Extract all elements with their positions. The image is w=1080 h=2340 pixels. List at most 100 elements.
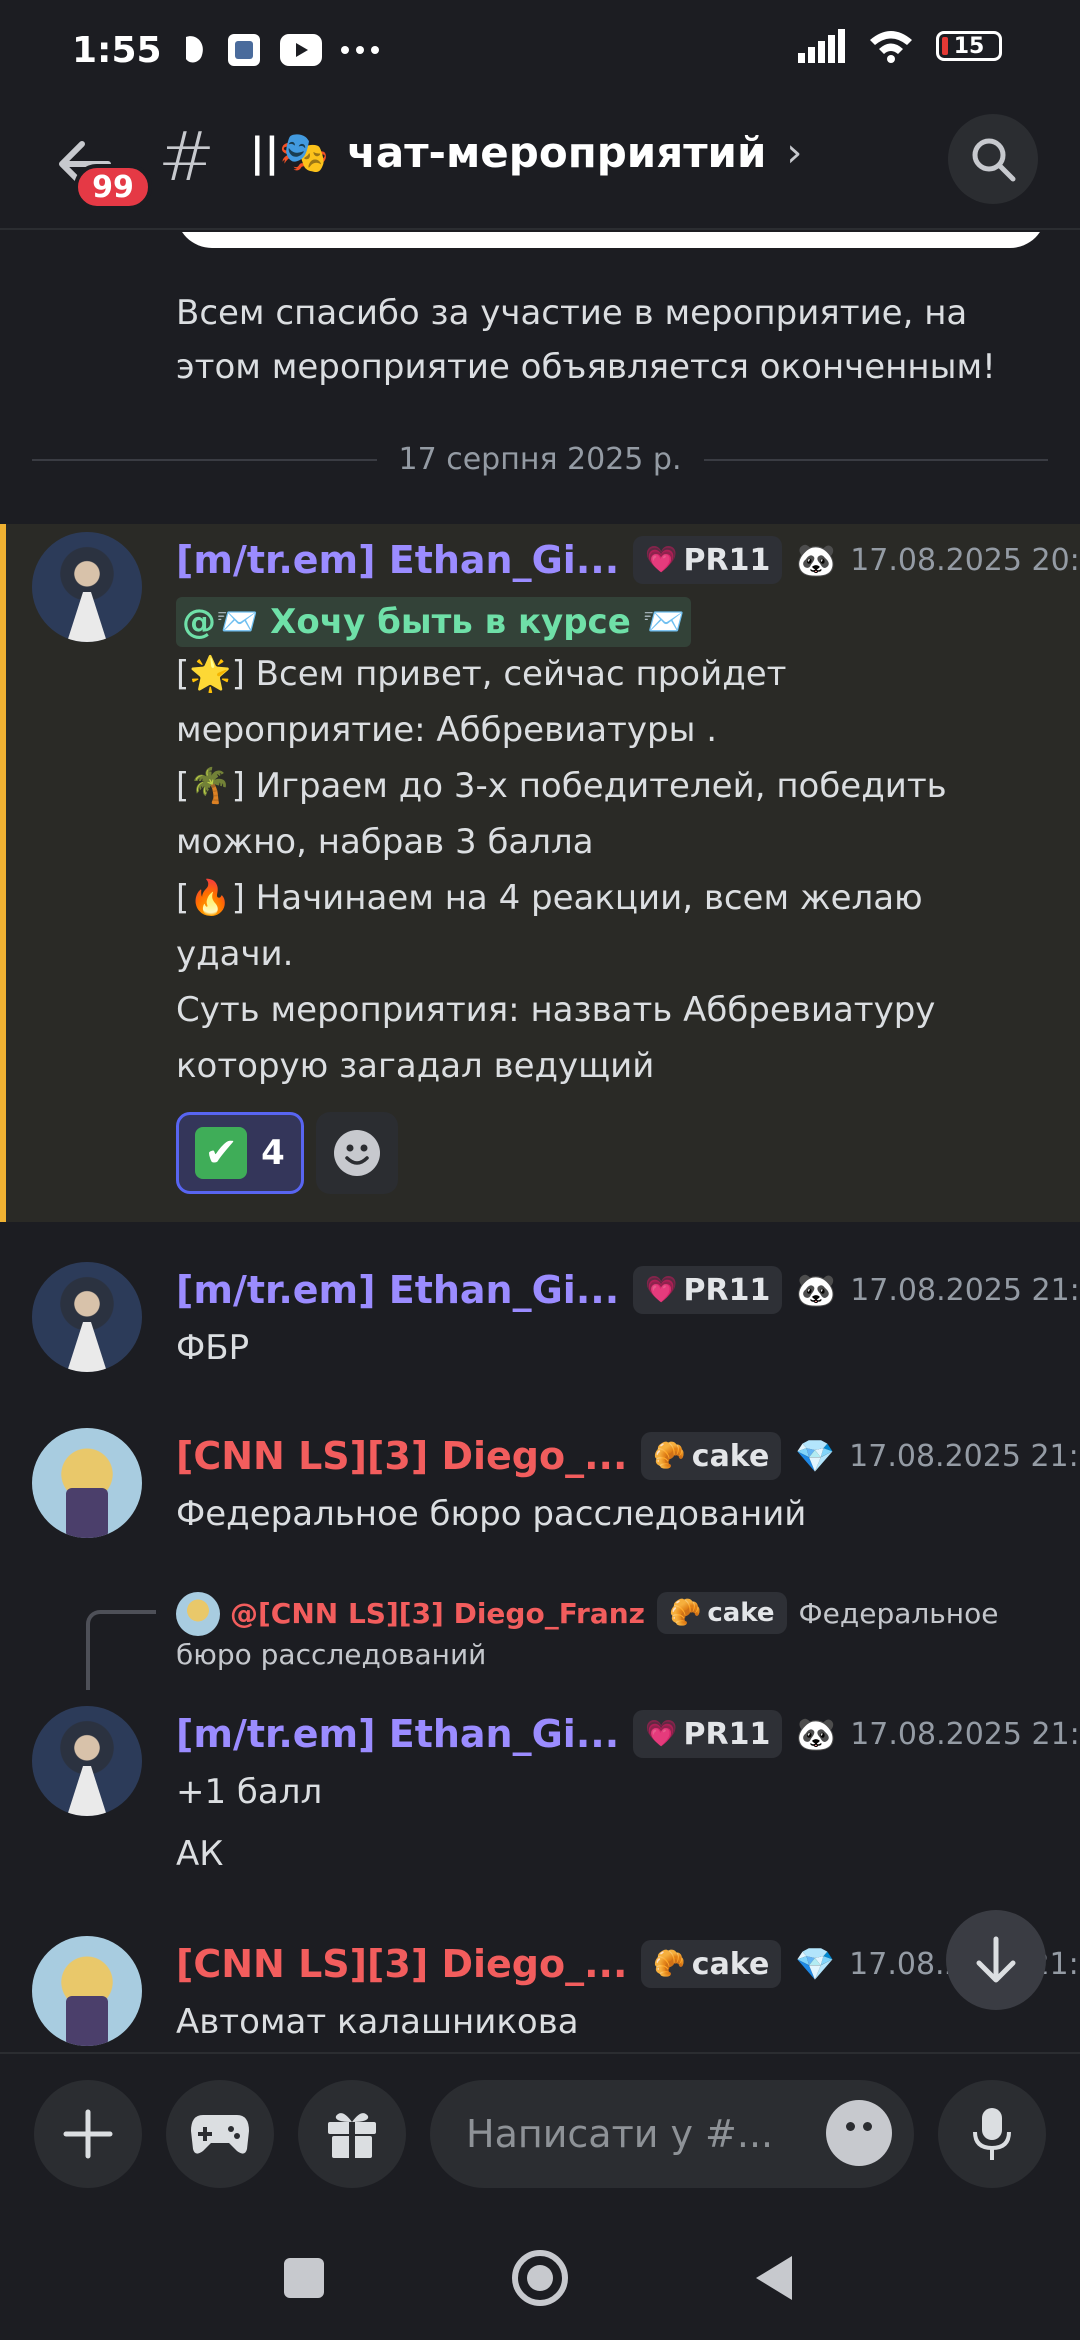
check-icon: ✔: [195, 1127, 248, 1179]
recents-button[interactable]: [284, 2258, 324, 2298]
message-header: [CNN LS][3] Diego_... 🥐 cake 💎 17.08.2025…: [176, 1940, 1080, 1988]
status-time: 1:55: [72, 29, 162, 71]
system-nav-bar: [0, 2212, 1080, 2340]
more-icon: [340, 46, 379, 54]
message-header: [m/tr.em] Ethan_Gi... 💗 PR11 🐼 17.08.2025…: [176, 1266, 1080, 1314]
app-icon: [227, 34, 260, 66]
wifi-icon: [870, 31, 912, 63]
heart-icon: 💗: [645, 1719, 678, 1749]
message-feed[interactable]: Всем спасибо за участие в мероприятие, н…: [0, 232, 1080, 2052]
message-line: Суть мероприятия: назвать Аббревиатуру к…: [176, 990, 936, 1086]
channel-header: 99 # ||🎭 чат-мероприятий ›: [0, 100, 1080, 230]
message-line: [🌟] Всем привет, сейчас пройдет мероприя…: [176, 654, 787, 750]
reaction-check[interactable]: ✔ 4: [176, 1112, 304, 1194]
role-tag[interactable]: 💗 PR11: [633, 536, 783, 584]
avatar[interactable]: [32, 1262, 142, 1372]
timestamp: 17.08.2025 20:57: [850, 542, 1080, 578]
reaction-count: 4: [261, 1133, 285, 1173]
avatar[interactable]: [32, 1428, 142, 1538]
message-body: Федеральное бюро расследований: [176, 1494, 807, 1534]
role-tag-label: PR11: [683, 542, 771, 578]
role-tag[interactable]: 💗 PR11: [633, 1710, 783, 1758]
avatar[interactable]: [32, 532, 142, 642]
role-tag[interactable]: 🥐 cake: [641, 1940, 782, 1988]
role-tag-label: PR11: [683, 1716, 771, 1752]
timestamp: 17.08.2025 21:07: [849, 1438, 1080, 1474]
role-tag[interactable]: 💗 PR11: [633, 1266, 783, 1314]
croissant-icon: 🥐: [653, 1441, 686, 1471]
gift-icon: [328, 2113, 376, 2158]
emoji-picker-icon[interactable]: [826, 2100, 892, 2166]
avatar[interactable]: [32, 1936, 142, 2046]
chevron-right-icon: ›: [786, 129, 803, 176]
channel-prefix: ||🎭: [250, 130, 330, 176]
username[interactable]: [m/tr.em] Ethan_Gi...: [176, 1712, 619, 1756]
notification-icon: [185, 36, 203, 63]
message-header: [m/tr.em] Ethan_Gi... 💗 PR11 🐼 17.08.2025…: [176, 1710, 1080, 1758]
heart-icon: 💗: [645, 545, 678, 575]
embed-card: [176, 232, 1046, 248]
gift-button[interactable]: [298, 2080, 406, 2188]
status-bar: 1:55 15: [0, 0, 1080, 100]
activities-button[interactable]: [166, 2080, 274, 2188]
channel-hash-icon: #: [158, 118, 215, 197]
message-body: @📨 Хочу быть в курсе 📨: [176, 594, 1046, 650]
search-icon: [972, 138, 1016, 182]
search-button[interactable]: [948, 114, 1038, 204]
reply-role-tag: 🥐 cake: [656, 1592, 787, 1634]
message-composer: Написати у #...: [0, 2052, 1080, 2212]
home-button[interactable]: [512, 2250, 568, 2306]
panda-icon: 🐼: [796, 1715, 837, 1753]
jump-to-present-button[interactable]: [946, 1910, 1046, 2010]
avatar[interactable]: [32, 1706, 142, 1816]
message-header: [CNN LS][3] Diego_... 🥐 cake 💎 17.08.2025…: [176, 1432, 1080, 1480]
username[interactable]: [m/tr.em] Ethan_Gi...: [176, 538, 619, 582]
add-reaction-button[interactable]: [316, 1112, 398, 1194]
reply-avatar: [176, 1592, 220, 1636]
message-body: ФБР: [176, 1328, 250, 1368]
date-divider: 17 серпня 2025 р.: [32, 442, 1049, 477]
croissant-icon: 🥐: [668, 1598, 702, 1628]
croissant-icon: 🥐: [653, 1949, 686, 1979]
reply-preview-text: Федеральное: [798, 1596, 999, 1630]
reply-connector: [86, 1610, 156, 1690]
battery-icon: 15: [936, 31, 1002, 61]
reactions-row: ✔ 4: [176, 1112, 398, 1194]
nav-back-button[interactable]: [756, 2256, 792, 2300]
role-tag[interactable]: 🥐 cake: [641, 1432, 782, 1480]
role-tag-label: cake: [691, 1438, 770, 1474]
gem-icon: 💎: [795, 1437, 836, 1475]
gamepad-icon: [191, 2115, 249, 2154]
heart-icon: 💗: [645, 1275, 678, 1305]
timestamp: 17.08.2025 21:07: [850, 1272, 1080, 1308]
divider-line: [32, 458, 377, 461]
message-header: [m/tr.em] Ethan_Gi... 💗 PR11 🐼 17.08.2025…: [176, 536, 1080, 584]
youtube-icon: [279, 34, 322, 66]
message-input[interactable]: Написати у #...: [430, 2080, 914, 2188]
channel-name: чат-мероприятий: [347, 128, 767, 177]
divider-line: [703, 458, 1049, 461]
role-tag-label: cake: [691, 1946, 770, 1982]
username[interactable]: [m/tr.em] Ethan_Gi...: [176, 1268, 619, 1312]
message-line: АК: [176, 1834, 224, 1874]
message-body: Автомат калашникова: [176, 2002, 579, 2042]
channel-title-button[interactable]: ||🎭 чат-мероприятий ›: [250, 128, 802, 177]
username[interactable]: [CNN LS][3] Diego_...: [176, 1434, 627, 1478]
unread-badge: 99: [74, 164, 152, 210]
previous-message-text: Всем спасибо за участие в мероприятие, н…: [176, 293, 996, 387]
message-line: +1 балл: [176, 1772, 323, 1812]
add-reaction-icon: [334, 1130, 380, 1176]
gem-icon: 💎: [795, 1945, 836, 1983]
role-mention[interactable]: @📨 Хочу быть в курсе 📨: [176, 597, 691, 647]
signal-icon: [798, 29, 845, 63]
add-attachment-button[interactable]: [34, 2080, 142, 2188]
panda-icon: 🐼: [796, 541, 837, 579]
message-line: [🔥] Начинаем на 4 реакции, всем желаю уд…: [176, 878, 923, 974]
reply-username: @[CNN LS][3] Diego_Franz: [230, 1596, 645, 1630]
plus-icon: [63, 2109, 113, 2159]
reply-tag-label: cake: [707, 1598, 775, 1628]
timestamp: 17.08.2025 21:08: [850, 1716, 1080, 1752]
username[interactable]: [CNN LS][3] Diego_...: [176, 1942, 627, 1986]
battery-level: 15: [953, 33, 985, 59]
voice-message-button[interactable]: [938, 2080, 1046, 2188]
